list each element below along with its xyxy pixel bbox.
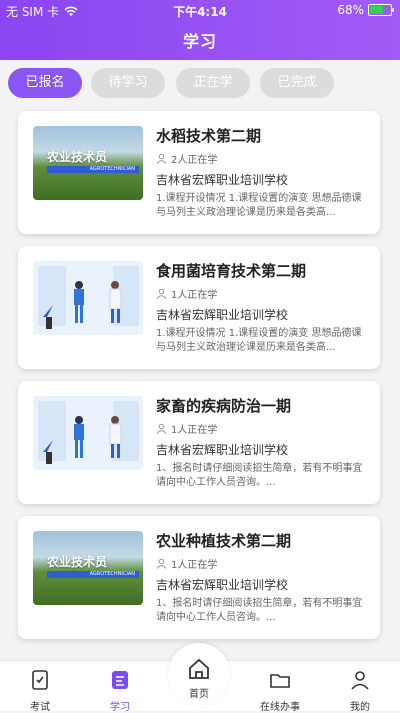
- course-enrollment: 2人正在学: [156, 151, 217, 166]
- home-button[interactable]: 首页: [168, 643, 230, 705]
- course-card[interactable]: 食用菌培育技术第二期 1人正在学 吉林省宏辉职业培训学校 1.课程开设情况 1.…: [18, 246, 380, 369]
- app-header: 无 SIM 卡 下午4:14 68% 学习: [0, 0, 400, 60]
- enrollment-count: 1人正在学: [171, 425, 218, 436]
- enrollment-count: 2人正在学: [171, 155, 218, 166]
- home-icon: [189, 658, 209, 679]
- person-icon: [156, 153, 167, 164]
- folder-icon: [270, 674, 290, 688]
- tab-study[interactable]: 学习: [90, 669, 150, 713]
- tab-completed[interactable]: 已完成: [260, 68, 334, 98]
- battery-icon: [368, 4, 394, 16]
- course-thumbnail: [33, 261, 143, 335]
- home-label: 首页: [189, 689, 209, 700]
- course-school: 吉林省宏辉职业培训学校: [156, 578, 289, 592]
- lab-illustration: [38, 266, 139, 329]
- course-description: 1、报名时请仔细阅读招生简章，若有不明事宜请向中心工作人员咨询。...: [156, 463, 363, 488]
- course-thumbnail: 农业技术员 AGROTECHNICIAN: [33, 531, 143, 605]
- course-title: 家畜的疾病防治一期: [156, 397, 292, 415]
- filter-tabs: 已报名 待学习 正在学 已完成: [0, 64, 400, 104]
- exam-icon: [32, 670, 48, 690]
- person-icon: [156, 558, 167, 569]
- person-icon: [156, 288, 167, 299]
- course-enrollment: 1人正在学: [156, 556, 217, 571]
- course-thumbnail: 农业技术员 AGROTECHNICIAN: [33, 126, 143, 200]
- tab-enrolled[interactable]: 已报名: [8, 68, 82, 98]
- thumbnail-label: 农业技术员: [47, 555, 108, 569]
- course-thumbnail: [33, 396, 143, 470]
- course-description: 1.课程开设情况 1.课程设置的演变 思想品德课与马列主义政治理论课是历来是各类…: [156, 193, 362, 218]
- battery-percent: 68%: [337, 3, 364, 17]
- thumbnail-sublabel: AGROTECHNICIAN: [47, 166, 139, 173]
- course-school: 吉林省宏辉职业培训学校: [156, 173, 289, 187]
- tab-to-study[interactable]: 待学习: [91, 68, 165, 98]
- tab-study-label: 学习: [110, 702, 130, 713]
- status-bar: 无 SIM 卡 下午4:14 68%: [0, 0, 400, 22]
- course-title: 水稻技术第二期: [156, 127, 262, 145]
- tab-online-service[interactable]: 在线办事: [250, 669, 310, 713]
- course-card[interactable]: 农业技术员 AGROTECHNICIAN 农业种植技术第二期 1人正在学 吉林省…: [18, 516, 380, 639]
- course-school: 吉林省宏辉职业培训学校: [156, 308, 289, 322]
- course-description: 1、报名时请仔细阅读招生简章，若有不明事宜请向中心工作人员咨询。...: [156, 598, 363, 623]
- page-title: 学习: [182, 32, 217, 51]
- course-description: 1.课程开设情况 1.课程设置的演变 思想品德课与马列主义政治理论课是历来是各类…: [156, 328, 362, 353]
- tab-online-service-label: 在线办事: [260, 702, 300, 713]
- thumbnail-sublabel: AGROTECHNICIAN: [47, 571, 139, 578]
- course-school: 吉林省宏辉职业培训学校: [156, 443, 289, 457]
- thumbnail-label: 农业技术员: [47, 150, 108, 164]
- study-icon: [112, 671, 128, 689]
- tab-mine-label: 我的: [350, 702, 370, 713]
- course-card[interactable]: 家畜的疾病防治一期 1人正在学 吉林省宏辉职业培训学校 1、报名时请仔细阅读招生…: [18, 381, 380, 504]
- enrollment-count: 1人正在学: [171, 290, 218, 301]
- course-title: 食用菌培育技术第二期: [156, 262, 307, 280]
- tab-mine[interactable]: 我的: [330, 669, 390, 713]
- tab-exam-label: 考试: [30, 702, 50, 713]
- course-title: 农业种植技术第二期: [156, 532, 292, 550]
- tab-studying[interactable]: 正在学: [176, 68, 250, 98]
- tab-exam[interactable]: 考试: [10, 669, 70, 713]
- course-card[interactable]: 农业技术员 AGROTECHNICIAN 水稻技术第二期 2人正在学 吉林省宏辉…: [18, 111, 380, 234]
- course-enrollment: 1人正在学: [156, 286, 217, 301]
- person-icon: [156, 423, 167, 434]
- course-enrollment: 1人正在学: [156, 421, 217, 436]
- user-icon: [351, 671, 369, 690]
- lab-illustration: [38, 401, 139, 464]
- enrollment-count: 1人正在学: [171, 560, 218, 571]
